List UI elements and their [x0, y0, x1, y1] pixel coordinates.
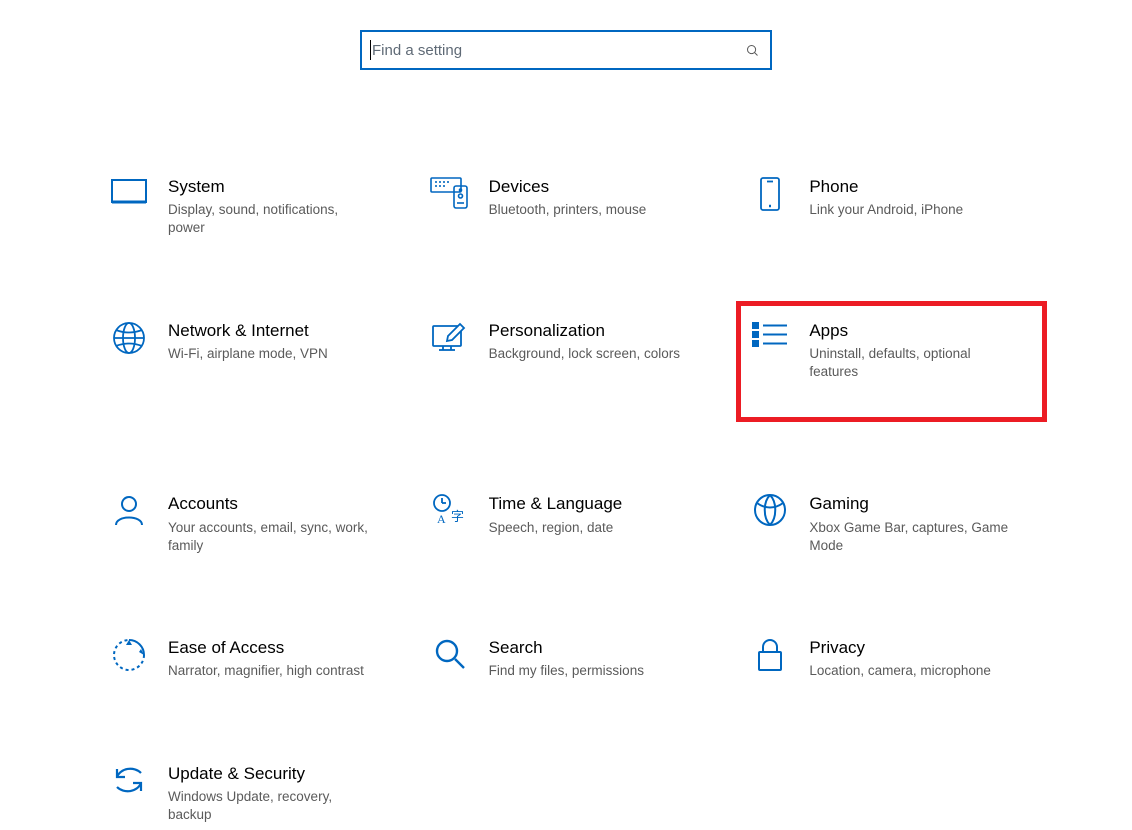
tile-desc: Background, lock screen, colors	[489, 345, 680, 363]
tile-desc: Bluetooth, printers, mouse	[489, 201, 647, 219]
time-language-icon: A 字	[425, 493, 475, 527]
search-category-icon	[425, 637, 475, 671]
tile-desc: Windows Update, recovery, backup	[168, 788, 377, 824]
network-icon	[104, 320, 154, 356]
tile-desc: Display, sound, notifications, power	[168, 201, 377, 237]
empty-cell	[741, 757, 1042, 830]
tile-title: Network & Internet	[168, 320, 328, 341]
tile-desc: Your accounts, email, sync, work, family	[168, 519, 377, 555]
search-icon	[744, 42, 760, 58]
tile-title: Devices	[489, 176, 647, 197]
tile-time-language[interactable]: A 字 Time & Language Speech, region, date	[421, 487, 722, 561]
tile-system[interactable]: System Display, sound, notifications, po…	[100, 170, 401, 244]
tile-desc: Speech, region, date	[489, 519, 623, 537]
tile-desc: Narrator, magnifier, high contrast	[168, 662, 364, 680]
tile-title: Time & Language	[489, 493, 623, 514]
ease-of-access-icon	[104, 637, 154, 673]
tile-phone[interactable]: Phone Link your Android, iPhone	[741, 170, 1042, 244]
tile-title: Ease of Access	[168, 637, 364, 658]
gaming-icon	[745, 493, 795, 527]
update-security-icon	[104, 763, 154, 797]
tile-ease-of-access[interactable]: Ease of Access Narrator, magnifier, high…	[100, 631, 401, 686]
svg-text:A: A	[437, 512, 446, 526]
tile-title: Gaming	[809, 493, 1018, 514]
text-caret	[370, 40, 371, 60]
phone-icon	[745, 176, 795, 212]
svg-text:字: 字	[451, 509, 464, 524]
tile-desc: Location, camera, microphone	[809, 662, 991, 680]
tile-personalization[interactable]: Personalization Background, lock screen,…	[421, 314, 722, 418]
system-icon	[104, 176, 154, 206]
personalization-icon	[425, 320, 475, 354]
devices-icon	[425, 176, 475, 210]
tile-search[interactable]: Search Find my files, permissions	[421, 631, 722, 686]
search-container	[0, 30, 1132, 70]
tile-title: Phone	[809, 176, 963, 197]
settings-grid: System Display, sound, notifications, po…	[0, 170, 1132, 830]
tile-gaming[interactable]: Gaming Xbox Game Bar, captures, Game Mod…	[741, 487, 1042, 561]
tile-desc: Link your Android, iPhone	[809, 201, 963, 219]
empty-cell	[421, 757, 722, 830]
accounts-icon	[104, 493, 154, 527]
search-box[interactable]	[360, 30, 772, 70]
tile-title: Search	[489, 637, 644, 658]
tile-title: System	[168, 176, 377, 197]
privacy-icon	[745, 637, 795, 673]
tile-accounts[interactable]: Accounts Your accounts, email, sync, wor…	[100, 487, 401, 561]
tile-privacy[interactable]: Privacy Location, camera, microphone	[741, 631, 1042, 686]
apps-icon	[745, 320, 795, 350]
tile-apps[interactable]: Apps Uninstall, defaults, optional featu…	[741, 306, 1042, 418]
tile-title: Personalization	[489, 320, 680, 341]
tile-title: Privacy	[809, 637, 991, 658]
tile-network[interactable]: Network & Internet Wi-Fi, airplane mode,…	[100, 314, 401, 418]
settings-page: System Display, sound, notifications, po…	[0, 0, 1132, 830]
tile-desc: Wi-Fi, airplane mode, VPN	[168, 345, 328, 363]
search-input[interactable]	[370, 41, 744, 60]
tile-title: Accounts	[168, 493, 377, 514]
tile-desc: Xbox Game Bar, captures, Game Mode	[809, 519, 1018, 555]
tile-title: Apps	[809, 320, 1018, 341]
tile-update-security[interactable]: Update & Security Windows Update, recove…	[100, 757, 401, 830]
tile-desc: Uninstall, defaults, optional features	[809, 345, 1018, 381]
tile-desc: Find my files, permissions	[489, 662, 644, 680]
tile-devices[interactable]: Devices Bluetooth, printers, mouse	[421, 170, 722, 244]
tile-title: Update & Security	[168, 763, 377, 784]
